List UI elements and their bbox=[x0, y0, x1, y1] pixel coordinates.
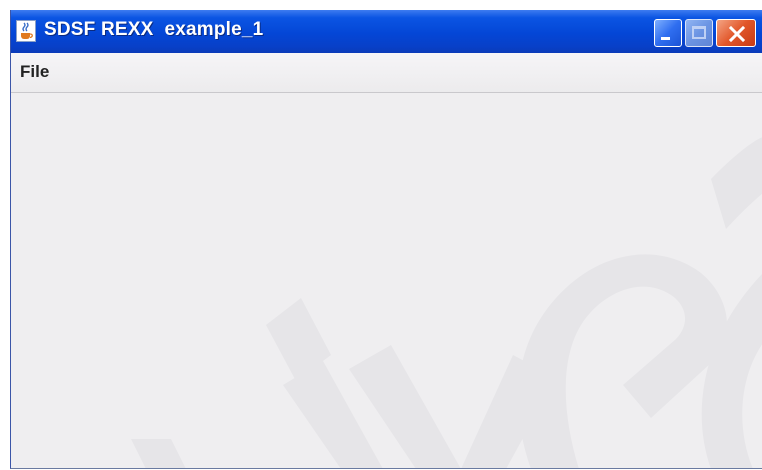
minimize-button[interactable] bbox=[654, 19, 682, 47]
maximize-button[interactable] bbox=[685, 19, 713, 47]
application-window: SDSF REXX example_1 File bbox=[10, 10, 762, 469]
watermark-graphic bbox=[131, 137, 762, 468]
close-button[interactable] bbox=[716, 19, 756, 47]
content-area bbox=[11, 93, 762, 468]
maximize-icon bbox=[692, 26, 706, 39]
menu-file[interactable]: File bbox=[20, 62, 49, 82]
java-cup-icon[interactable] bbox=[16, 20, 36, 42]
minimize-icon bbox=[661, 37, 670, 40]
menu-bar: File bbox=[11, 53, 762, 93]
title-bar[interactable]: SDSF REXX example_1 bbox=[11, 10, 762, 53]
close-icon bbox=[728, 25, 746, 43]
window-title: SDSF REXX example_1 bbox=[44, 19, 264, 40]
